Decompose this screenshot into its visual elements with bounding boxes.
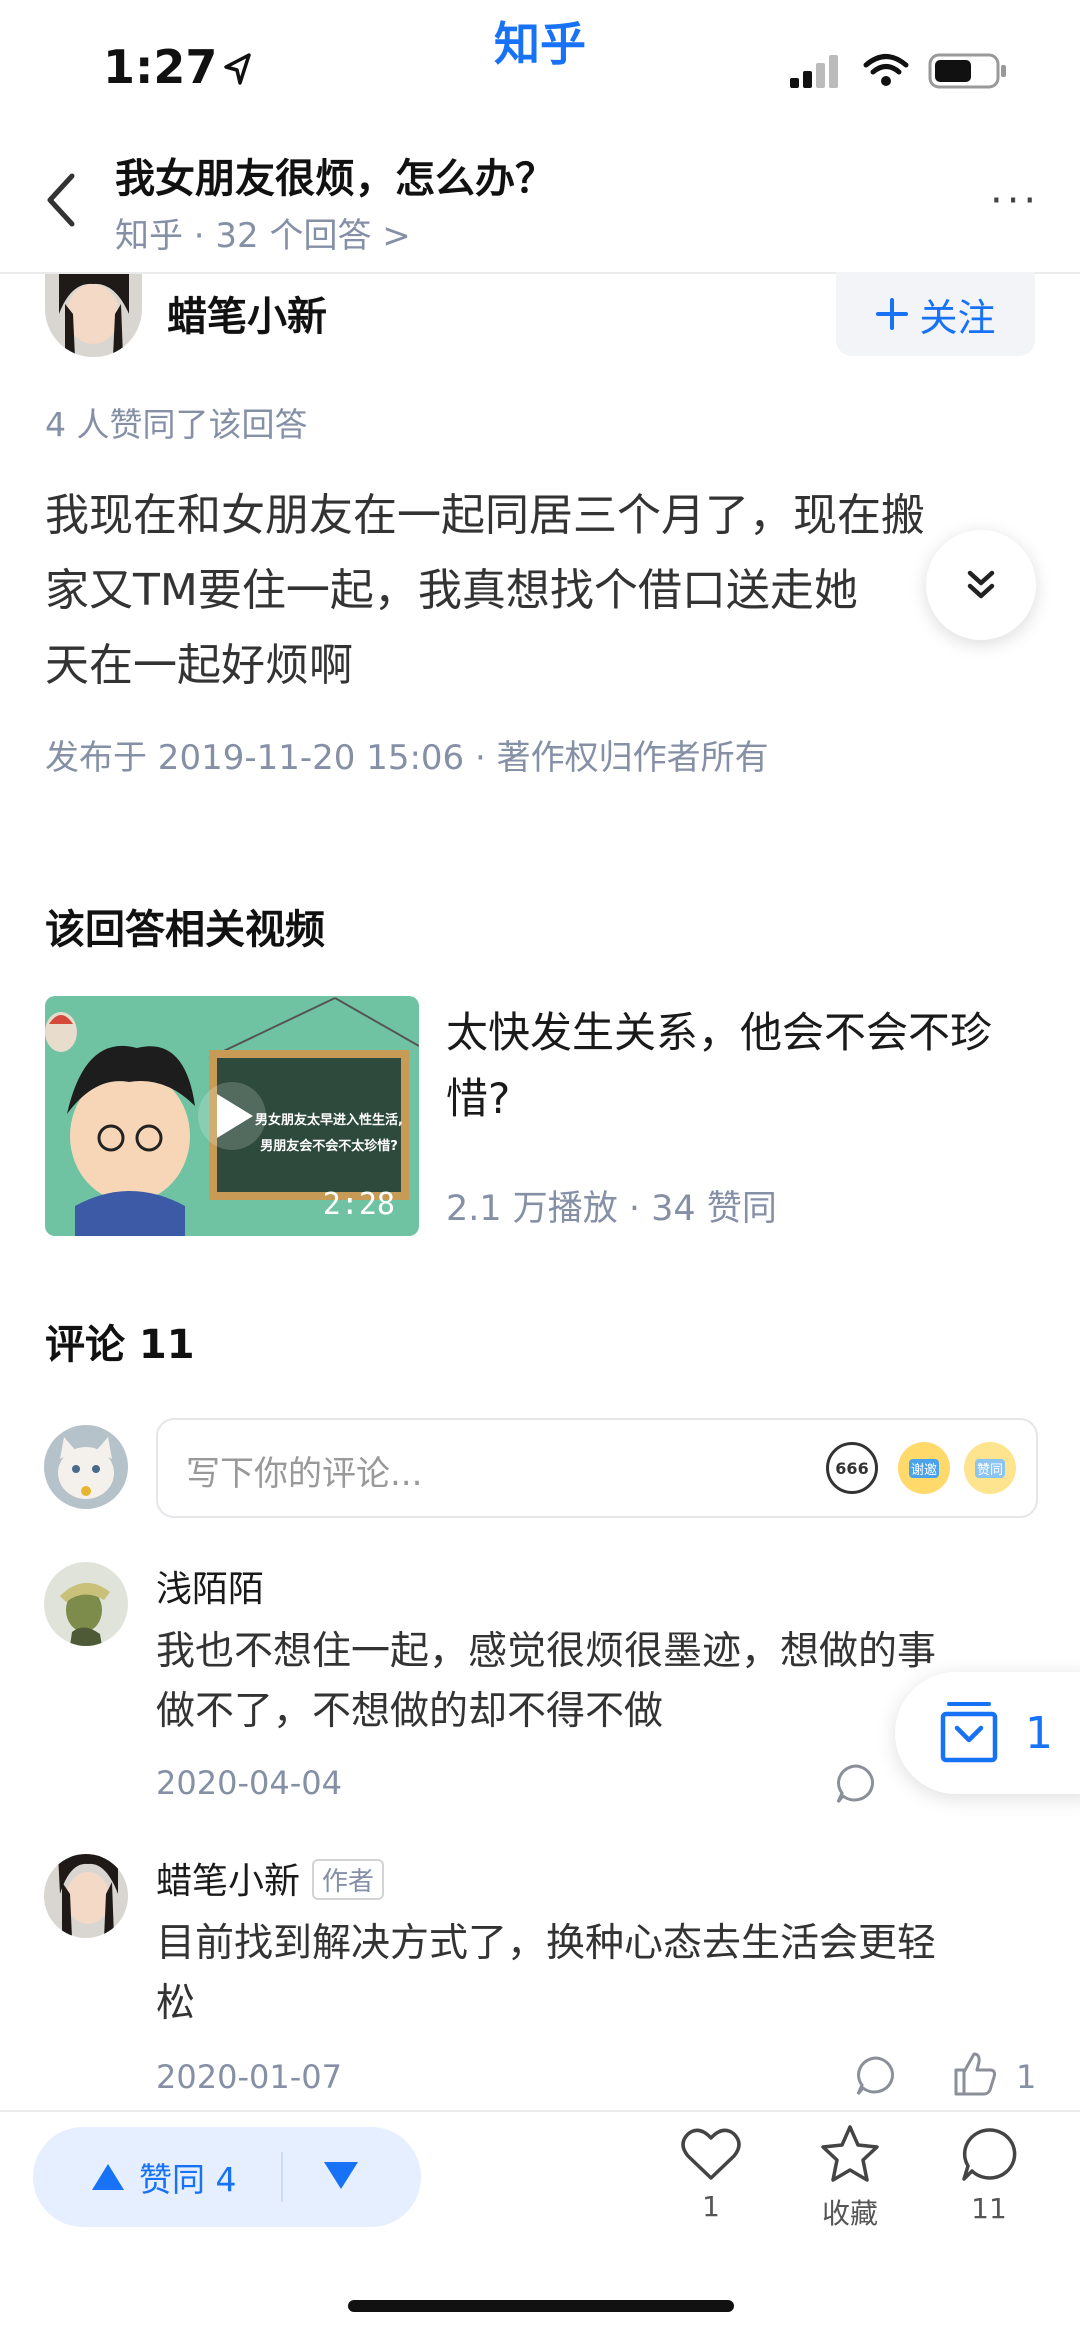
video-title[interactable]: 太快发生关系，他会不会不珍惜? [446,1000,1046,1132]
comment-like-count: 1 [1016,2058,1037,2096]
favorite-label: 收藏 [821,2197,878,2230]
collection-fab[interactable]: 1 [895,1672,1080,1794]
reply-icon[interactable] [854,2054,898,2098]
wifi-icon [863,54,909,86]
collection-box-icon [940,1702,998,1763]
author-avatar[interactable] [45,274,142,357]
reply-icon[interactable] [834,1762,878,1806]
comment-text: 目前找到解决方式了，换种心态去生活会更轻 松 [156,1921,937,2026]
video-meta: 2.1 万播放 · 34 赞同 [446,1189,777,1229]
triangle-up-icon [92,2164,124,2190]
upvote-summary: 4 人赞同了该回答 [45,405,308,444]
commenter-name[interactable]: 蜡笔小新 [156,1861,300,1902]
plus-icon [876,298,909,330]
upvote-label: 赞同 4 [139,2160,237,2199]
home-indicator[interactable] [348,2300,734,2312]
commenter-name[interactable]: 浅陌陌 [156,1560,264,1612]
emoji-666-icon[interactable]: 666 [826,1442,878,1494]
like-count: 1 [702,2190,720,2223]
comments-heading: 评论 11 [45,1322,195,1368]
expand-button[interactable] [926,530,1036,640]
comment-bubble-icon [962,2128,1017,2181]
comment-date: 2020-01-07 [156,2058,342,2096]
my-avatar[interactable] [44,1425,128,1509]
related-video-heading: 该回答相关视频 [45,907,325,953]
question-subtitle[interactable]: 知乎 · 32 个回答 > [115,208,411,257]
star-icon [821,2125,879,2182]
thumbnail-caption: 男女朋友太早进入性生活, 男朋友会不会不太珍惜? [255,1113,403,1154]
triangle-down-icon [323,2162,358,2189]
publish-info: 发布于 2019-11-20 15:06 · 著作权归作者所有 [45,738,769,778]
cellular-signal-icon [790,55,838,88]
upvote-button[interactable]: 赞同 4 [33,2153,237,2201]
follow-button[interactable]: 关注 [836,272,1035,356]
video-duration: 2:28 [322,1187,395,1222]
vote-pill: 赞同 4 [33,2127,421,2227]
status-app-name: 知乎 [494,17,586,71]
commenter-avatar[interactable] [44,1562,128,1646]
author-name[interactable]: 蜡笔小新 [167,284,327,342]
emoji-agree-icon[interactable]: 赞同 [964,1442,1016,1494]
vote-divider [280,2152,283,2202]
battery-icon [928,53,1006,89]
answer-line: 天在一起好烦啊 [45,640,353,691]
emoji-thanks-icon[interactable]: 谢邀 [898,1442,950,1494]
favorite-button[interactable]: 收藏 [800,2124,900,2232]
commenter-avatar[interactable] [44,1854,128,1938]
answer-line: 家又TM要住一起，我真想找个借口送走她 [45,565,858,616]
comment-button[interactable]: 11 [939,2126,1039,2225]
like-button[interactable]: 1 [661,2126,761,2223]
video-thumbnail[interactable]: 男女朋友太早进入性生活, 男朋友会不会不太珍惜? 2:28 [45,996,419,1236]
comment-input-placeholder: 写下你的评论... [186,1454,423,1494]
downvote-button[interactable] [323,2160,359,2194]
thumbs-up-icon[interactable] [950,2050,998,2098]
answer-body: 我现在和女朋友在一起同居三个月了，现在搬 家又TM要住一起，我真想找个借口送走她… [45,478,1030,703]
author-badge: 作者 [312,1858,385,1900]
answer-line: 我现在和女朋友在一起同居三个月了，现在搬 [45,490,925,541]
collection-count: 1 [1025,1707,1053,1759]
more-options-icon[interactable]: ··· [990,178,1040,224]
comment-count: 11 [971,2192,1007,2225]
follow-label: 关注 [919,295,996,340]
bottom-divider [0,2110,1080,2112]
back-arrow-icon[interactable] [40,170,84,230]
comment-input[interactable]: 写下你的评论... 666 谢邀 赞同 [156,1418,1038,1518]
commenter-name-row: 蜡笔小新 作者 [156,1852,385,1904]
double-chevron-down-icon [967,570,995,599]
comment-date: 2020-04-04 [156,1764,342,1802]
heart-icon [681,2128,741,2180]
question-title[interactable]: 我女朋友很烦，怎么办？ [115,146,555,204]
